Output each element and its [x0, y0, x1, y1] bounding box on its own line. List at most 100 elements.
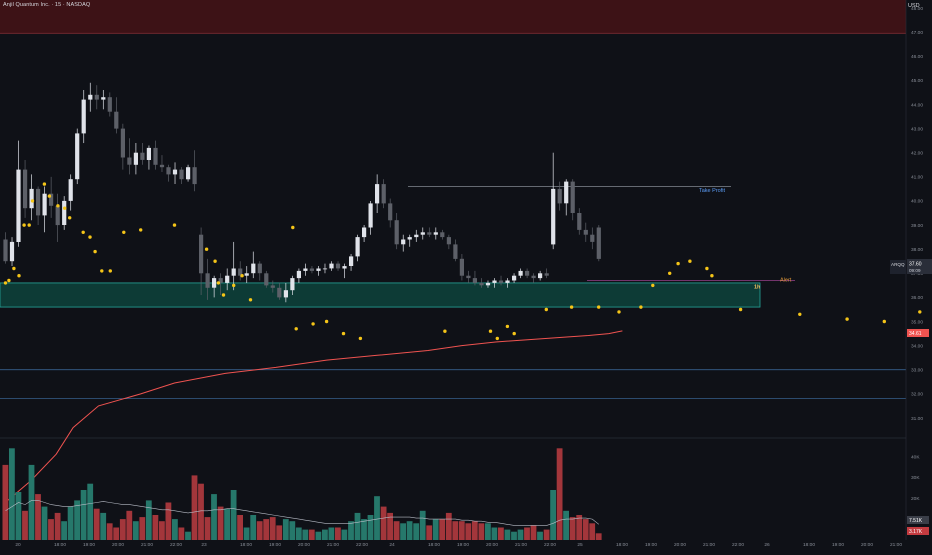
- candle-body: [16, 169, 21, 242]
- candle: [140, 143, 145, 165]
- volume-bar: [15, 492, 22, 540]
- volume-bar: [393, 521, 400, 540]
- signal-dot: [845, 317, 849, 321]
- volume-bar: [341, 529, 348, 540]
- currency-label[interactable]: USD: [908, 3, 920, 9]
- volume-bar: [413, 523, 420, 540]
- volume-bar: [289, 521, 296, 540]
- volume-bar: [237, 515, 243, 540]
- volume-bar: [230, 490, 237, 540]
- candle: [355, 234, 360, 262]
- candle: [381, 179, 386, 209]
- volume-bar: [28, 464, 35, 540]
- volume-bar: [530, 525, 537, 540]
- volume-tick-label: 30K: [911, 475, 920, 481]
- volume-bar: [145, 500, 152, 540]
- candle: [29, 174, 34, 221]
- time-tick-label: 19:00: [83, 542, 95, 548]
- volume-bar: [256, 521, 263, 540]
- volume-bar: [100, 512, 107, 540]
- candle-body: [459, 258, 464, 276]
- volume-bar: [419, 510, 426, 540]
- signal-dot: [505, 324, 510, 329]
- symbol-badge: ARQQ: [891, 262, 905, 267]
- volume-bar: [185, 531, 191, 540]
- candle-body: [303, 268, 308, 271]
- candle: [590, 227, 595, 250]
- vol-last-badge: 3.17K: [909, 529, 923, 535]
- volume-bar: [191, 475, 198, 540]
- volume-bar: [322, 529, 328, 540]
- signal-dot: [676, 261, 680, 266]
- volume-bar: [302, 529, 309, 540]
- chart-title[interactable]: Anjil Quantum Inc. · 15 · NASDAQ: [3, 2, 90, 8]
- alert-label[interactable]: Alert: [780, 278, 792, 284]
- time-axis[interactable]: 20 18:00 19:00 20:00 21:00 22:00 23 18:00 19:00 2…: [15, 542, 902, 548]
- candle: [531, 273, 536, 283]
- candle-body: [394, 220, 399, 245]
- candle: [401, 234, 406, 252]
- signal-dot: [88, 235, 92, 239]
- signal-dot: [93, 249, 97, 254]
- candle-body: [68, 179, 73, 201]
- candle: [349, 254, 354, 271]
- candle-body: [81, 99, 86, 134]
- volume-bar: [471, 521, 478, 540]
- volume-bar: [61, 521, 67, 540]
- candle-body: [414, 234, 419, 238]
- candle-body: [212, 278, 217, 288]
- candle: [335, 261, 341, 271]
- time-tick-label: 18:00: [616, 542, 628, 548]
- candle: [420, 227, 425, 240]
- candle-body: [120, 128, 125, 158]
- candle: [120, 123, 125, 170]
- candle: [368, 200, 373, 235]
- chart-area[interactable]: 48.00 47.00 46.00 45.00 44.00 43.00 42.00 41.00…: [0, 0, 932, 550]
- volume-bar: [335, 527, 341, 540]
- volume-bar: [406, 521, 413, 540]
- candle-body: [62, 200, 67, 225]
- candle-body: [264, 273, 269, 286]
- volume-bar: [159, 521, 165, 540]
- volume-bar: [132, 521, 139, 540]
- volume-bar: [113, 527, 120, 540]
- candle-body: [564, 181, 569, 204]
- candle: [525, 268, 530, 279]
- candle-body: [172, 169, 178, 175]
- signal-dot: [108, 269, 113, 273]
- ma-badge: 34.61: [909, 331, 922, 337]
- candle-body: [479, 282, 484, 286]
- volume-bar: [54, 512, 61, 540]
- signal-dot: [7, 278, 11, 283]
- price-tick-label: 34.00: [911, 343, 923, 349]
- signal-dot: [488, 329, 493, 333]
- candle-body: [329, 263, 334, 269]
- signal-dot: [27, 223, 31, 227]
- candle-body: [179, 169, 184, 180]
- time-tick-label: 21:00: [703, 542, 715, 548]
- candles-layer[interactable]: [3, 82, 601, 303]
- time-tick-label: 19:00: [457, 542, 469, 548]
- price-chart[interactable]: 48.0047.0046.0045.0044.0043.0042.0041.00…: [0, 0, 932, 550]
- candle-body: [9, 241, 15, 262]
- candle: [394, 213, 399, 250]
- volume-bar: [576, 515, 583, 540]
- take-profit-label[interactable]: Take Profit: [699, 188, 725, 194]
- volume-bar: [374, 496, 380, 540]
- volume-bar: [22, 510, 28, 540]
- volume-bar: [198, 483, 204, 540]
- candle-body: [512, 275, 517, 281]
- candle: [42, 186, 47, 233]
- volume-bar: [452, 521, 459, 540]
- candle: [146, 145, 151, 170]
- signal-dot: [213, 259, 217, 263]
- signal-dot: [798, 312, 802, 316]
- candle: [342, 263, 347, 279]
- volume-bar: [126, 510, 133, 540]
- signal-dot: [3, 281, 8, 285]
- signal-dot: [22, 223, 26, 227]
- candle: [577, 208, 582, 235]
- volume-bar: [361, 519, 367, 540]
- candle-body: [551, 188, 556, 245]
- time-tick-label: 24: [389, 542, 395, 548]
